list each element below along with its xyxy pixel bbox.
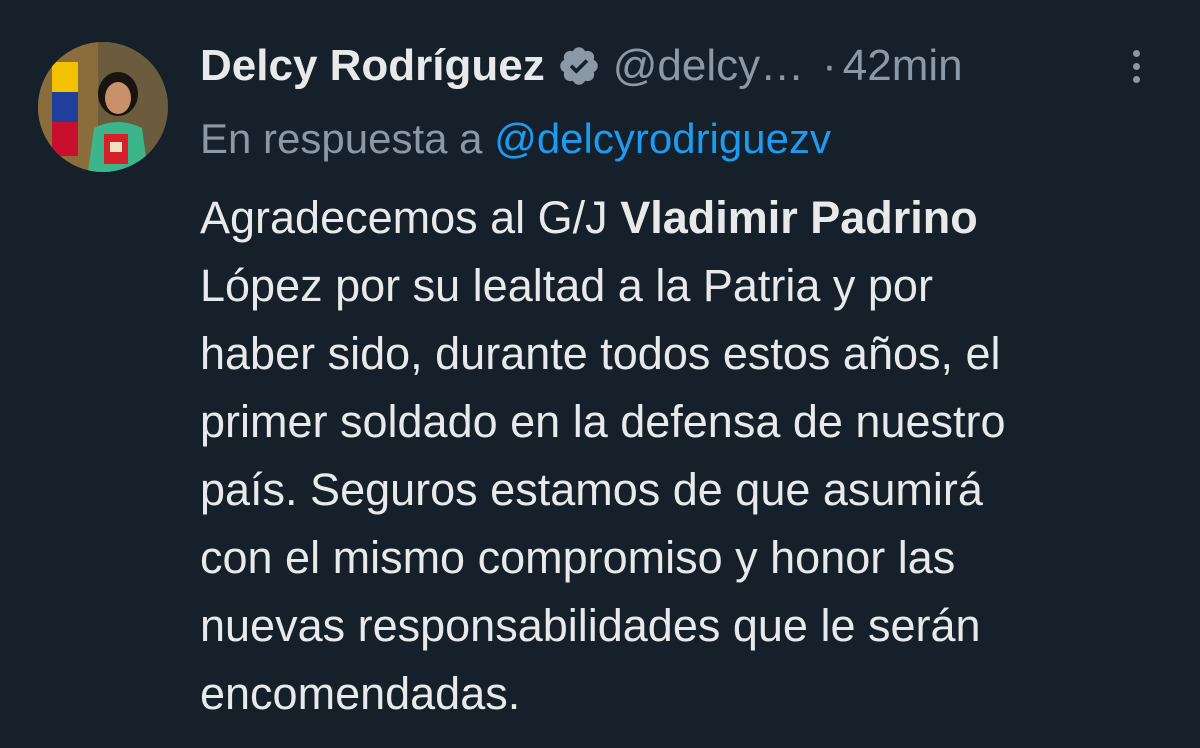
reply-mention-link[interactable]: @delcyrodriguezv [494, 115, 831, 162]
more-options-icon[interactable] [1124, 50, 1148, 90]
dot-icon [1132, 50, 1140, 57]
display-name[interactable]: Delcy Rodríguez [200, 36, 545, 96]
avatar[interactable] [38, 42, 168, 172]
verified-badge-icon [559, 47, 598, 85]
dot-icon [1132, 76, 1140, 83]
reply-prefix: En respuesta a [200, 115, 483, 162]
tweet-text-line: país. Seguros estamos de que asumirá [200, 464, 983, 515]
tweet-text: Agradecemos al G/J Vladimir Padrino Lópe… [200, 184, 1180, 728]
tweet-text-line: encomendadas. [200, 668, 521, 719]
dot-icon [1132, 63, 1140, 70]
tweet-text-line: nuevas responsabilidades que le serán [200, 600, 981, 651]
tweet-text-line: Agradecemos al G/J Vladimir Padrino [200, 184, 1180, 252]
author-handle[interactable]: @delcy… [613, 36, 804, 96]
tweet-text-line: López por su lealtad a la Patria y por [200, 260, 933, 311]
tweet-text-segment: Agradecemos al G/J [200, 192, 621, 243]
tweet-header: Delcy Rodríguez @delcy… · 42min [200, 36, 963, 96]
separator-dot: · [822, 41, 837, 90]
tweet-text-line: haber sido, durante todos estos años, el [200, 328, 1001, 379]
tweet: Delcy Rodríguez @delcy… · 42min En respu… [0, 0, 1200, 748]
reply-context: En respuesta a @delcyrodriguezv [200, 110, 831, 168]
tweet-text-line: primer soldado en la defensa de nuestro [200, 396, 1006, 447]
tweet-text-line: con el mismo compromiso y honor las [200, 532, 956, 583]
tweet-text-bold: Vladimir Padrino [620, 192, 978, 243]
profile-photo-icon [38, 42, 168, 172]
timestamp[interactable]: 42min [843, 36, 963, 96]
